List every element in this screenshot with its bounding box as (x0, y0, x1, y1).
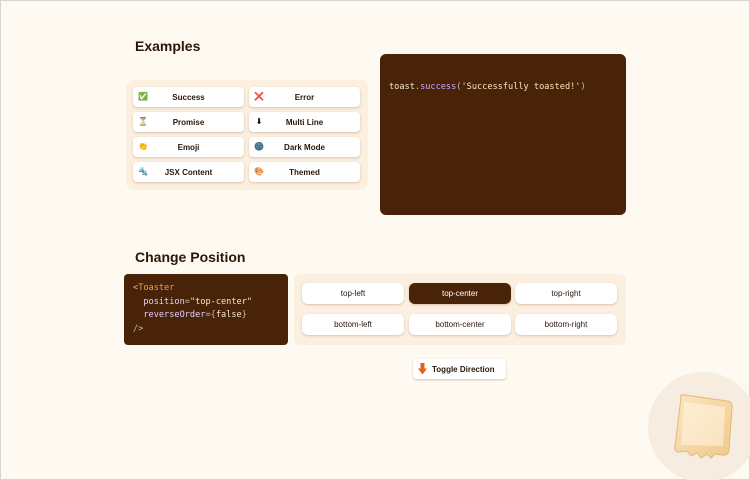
error-button[interactable]: ❌ Error (249, 87, 360, 107)
down-arrow-box-icon: ⬇ (255, 117, 263, 126)
success-button-label: Success (172, 92, 205, 102)
position-top-right-button[interactable]: top-right (515, 283, 617, 304)
toast-mascot-icon (674, 394, 733, 459)
code-tag: Toaster (138, 283, 175, 293)
promise-button[interactable]: ⏳ Promise (133, 112, 244, 132)
code-close-tag: /> (133, 323, 144, 334)
position-bottom-left-button[interactable]: bottom-left (302, 314, 404, 335)
examples-button-panel: ✅ Success ❌ Error ⏳ Promise ⬇ Multi Line… (126, 80, 368, 190)
code-brace-close: } (241, 310, 247, 320)
code-paren-close: ) (580, 82, 586, 92)
position-bottom-right-button[interactable]: bottom-right (515, 314, 617, 335)
code-attr-reverse: reverseOrder (143, 310, 206, 320)
code-line-1: <Toaster (133, 283, 279, 297)
code-string: 'Successfully toasted!' (461, 82, 581, 92)
toggle-direction-label: Toggle Direction (432, 364, 495, 374)
position-top-center-button[interactable]: top-center (409, 283, 511, 304)
emoji-button-label: Emoji (177, 142, 200, 152)
wrench-icon: 🔩 (138, 167, 148, 176)
position-top-left-button[interactable]: top-left (302, 283, 404, 304)
down-arrow-icon (418, 363, 427, 375)
code-line-2: position="top-center" (133, 297, 279, 311)
position-button-panel: top-left top-center top-right bottom-lef… (294, 274, 626, 345)
promise-button-label: Promise (172, 117, 205, 127)
code-object: toast (389, 82, 415, 92)
multi-line-button-label: Multi Line (285, 117, 324, 127)
hourglass-icon: ⏳ (138, 117, 148, 126)
examples-heading: Examples (135, 38, 201, 54)
jsx-content-button[interactable]: 🔩 JSX Content (133, 162, 244, 182)
code-line-3: reverseOrder={false} (133, 310, 279, 324)
toggle-direction-button[interactable]: Toggle Direction (413, 359, 506, 379)
position-bottom-center-button[interactable]: bottom-center (409, 314, 511, 335)
dark-moon-icon: 🌚 (254, 142, 264, 151)
dark-mode-button[interactable]: 🌚 Dark Mode (249, 137, 360, 157)
clapping-hands-icon: 👏 (138, 142, 148, 151)
check-box-icon: ✅ (138, 92, 148, 101)
success-button[interactable]: ✅ Success (133, 87, 244, 107)
themed-button-label: Themed (289, 167, 320, 177)
cross-icon: ❌ (254, 92, 264, 101)
jsx-content-button-label: JSX Content (164, 167, 213, 177)
code-method: success (420, 82, 457, 92)
window-frame (0, 0, 750, 480)
code-reverse-value: false (215, 310, 242, 320)
example-code-block: toast.success('Successfully toasted!') (380, 54, 626, 215)
themed-button[interactable]: 🎨 Themed (249, 162, 360, 182)
code-attr-position: position (143, 296, 185, 307)
error-button-label: Error (294, 92, 315, 102)
dark-mode-button-label: Dark Mode (284, 142, 325, 152)
emoji-button[interactable]: 👏 Emoji (133, 137, 244, 157)
multi-line-button[interactable]: ⬇ Multi Line (249, 112, 360, 132)
toaster-code-block: <Toaster position="top-center" reverseOr… (124, 274, 288, 345)
change-position-heading: Change Position (135, 249, 246, 265)
paint-palette-icon: 🎨 (254, 167, 264, 176)
code-line-4: /> (133, 324, 279, 338)
code-position-value: "top-center" (189, 296, 253, 307)
example-code-line: toast.success('Successfully toasted!') (389, 82, 586, 92)
